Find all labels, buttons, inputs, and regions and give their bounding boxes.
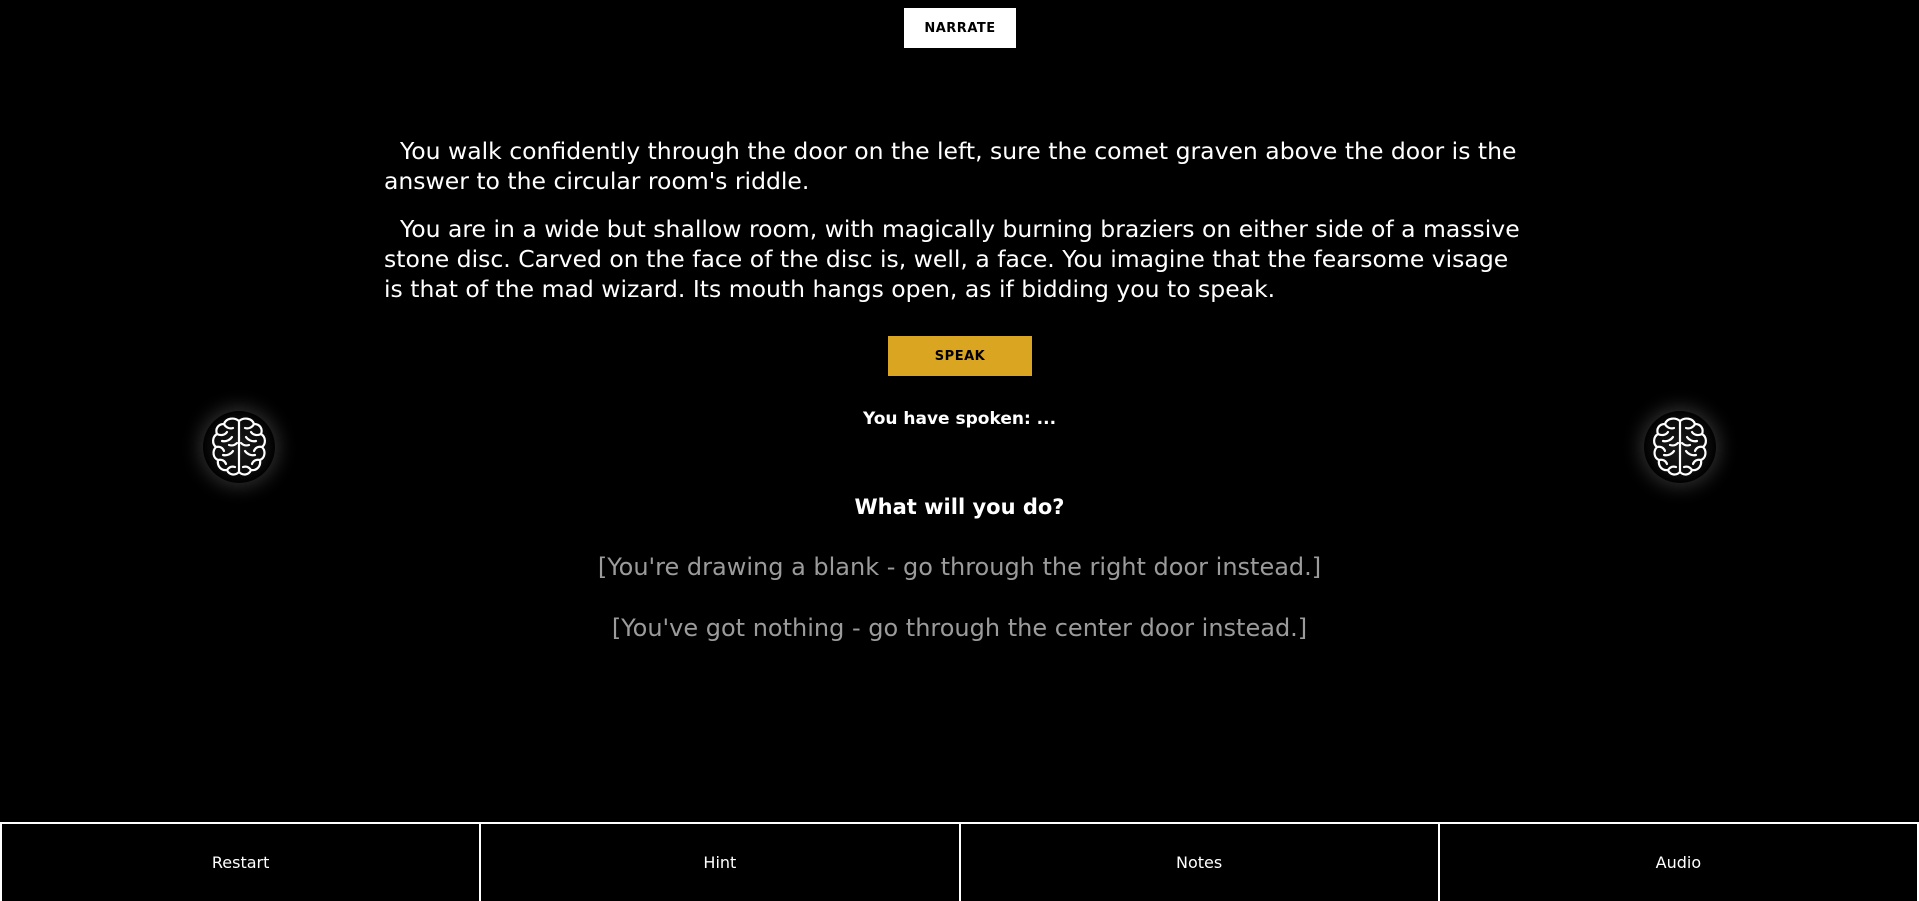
question-heading: What will you do? [854,495,1065,519]
story-paragraph: You walk confidently through the door on… [384,137,1517,195]
audio-button[interactable]: Audio [1437,824,1919,901]
hint-button[interactable]: Hint [479,824,959,901]
choice-right-door[interactable]: [You're drawing a blank - go through the… [0,551,1919,583]
brain-icon [212,417,266,476]
choice-list: [You're drawing a blank - go through the… [0,551,1919,673]
story-text: You walk confidently through the door on… [384,136,1534,322]
choice-center-door[interactable]: [You've got nothing - go through the cen… [0,612,1919,644]
restart-button[interactable]: Restart [0,824,480,901]
game-screen: NARRATE You walk confidently through the… [0,0,1919,901]
brain-icon [1653,417,1707,476]
spoken-status: You have spoken: ... [862,409,1057,429]
brain-button-right[interactable] [1644,411,1716,483]
narrate-button[interactable]: NARRATE [904,8,1016,48]
notes-button[interactable]: Notes [958,824,1438,901]
story-paragraph: You are in a wide but shallow room, with… [384,215,1520,303]
bottom-toolbar: Restart Hint Notes Audio [0,822,1919,901]
brain-button-left[interactable] [203,411,275,483]
speak-button[interactable]: SPEAK [888,336,1032,376]
